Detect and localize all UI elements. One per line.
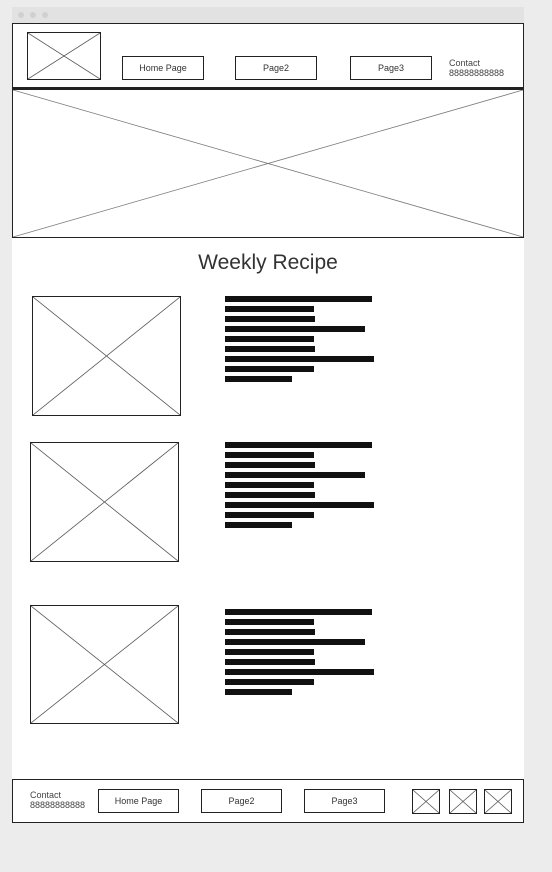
text-line: [225, 522, 292, 528]
text-line: [225, 452, 314, 458]
site-header: Home Page Page2 Page3 Contact 8888888888…: [12, 23, 524, 89]
social-placeholder-icon[interactable]: [484, 789, 512, 814]
text-line: [225, 346, 315, 352]
text-line: [225, 482, 314, 488]
text-line: [225, 669, 374, 675]
text-line: [225, 366, 314, 372]
text-line: [225, 679, 314, 685]
window-dot-icon: [30, 12, 36, 18]
hero-image-placeholder: [12, 89, 524, 238]
footer-nav-page3-button[interactable]: Page3: [304, 789, 385, 813]
text-line: [225, 442, 372, 448]
nav-page3-button[interactable]: Page3: [350, 56, 432, 80]
recipe-image-placeholder[interactable]: [32, 296, 181, 416]
nav-home-button[interactable]: Home Page: [122, 56, 204, 80]
text-line: [225, 629, 315, 635]
text-line: [225, 306, 314, 312]
header-contact-phone: 88888888888: [449, 68, 505, 78]
text-line: [225, 609, 372, 615]
text-line: [225, 472, 365, 478]
social-placeholder-icon[interactable]: [412, 789, 440, 814]
browser-title-bar: [12, 7, 524, 23]
window-dot-icon: [18, 12, 24, 18]
text-line: [225, 316, 315, 322]
recipe-image-placeholder[interactable]: [30, 442, 179, 562]
text-line: [225, 619, 314, 625]
footer-contact-phone: 88888888888: [30, 800, 86, 810]
page-title: Weekly Recipe: [198, 251, 338, 274]
text-line: [225, 649, 314, 655]
text-line: [225, 492, 315, 498]
footer-nav-home-button[interactable]: Home Page: [98, 789, 179, 813]
page-canvas: Home Page Page2 Page3 Contact 8888888888…: [12, 23, 524, 823]
footer-contact-label: Contact: [30, 790, 62, 800]
nav-page2-button[interactable]: Page2: [235, 56, 317, 80]
text-line: [225, 502, 374, 508]
header-contact: Contact 88888888888: [449, 58, 504, 78]
text-line: [225, 336, 314, 342]
site-footer: Contact 88888888888 Home Page Page2 Page…: [12, 779, 524, 823]
text-line: [225, 296, 372, 302]
text-line: [225, 376, 292, 382]
text-line: [225, 462, 315, 468]
window-dot-icon: [42, 12, 48, 18]
footer-nav-page2-button[interactable]: Page2: [201, 789, 282, 813]
text-line: [225, 659, 315, 665]
text-line: [225, 326, 365, 332]
footer-contact: Contact 88888888888: [30, 790, 85, 810]
social-placeholder-icon[interactable]: [449, 789, 477, 814]
header-contact-label: Contact: [449, 58, 481, 68]
recipe-image-placeholder[interactable]: [30, 605, 179, 724]
text-line: [225, 639, 365, 645]
text-line: [225, 512, 314, 518]
text-line: [225, 356, 374, 362]
text-line: [225, 689, 292, 695]
logo-image-placeholder[interactable]: [27, 32, 101, 80]
